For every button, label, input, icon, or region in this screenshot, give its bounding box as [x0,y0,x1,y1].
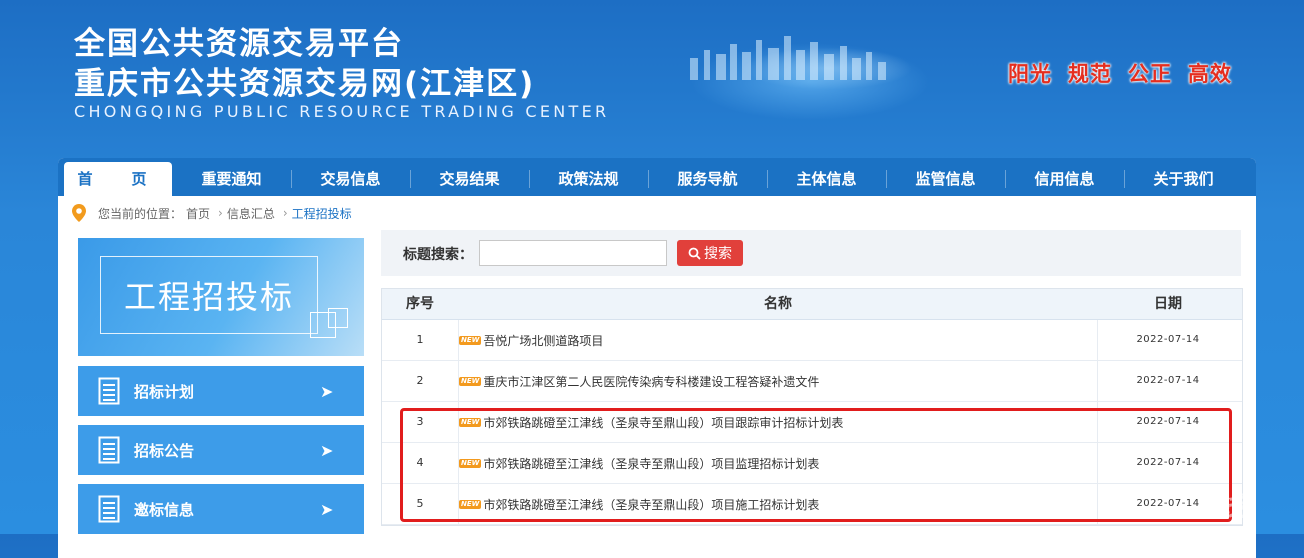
row-date: 2022-07-14 [1136,334,1200,345]
column-header-name: 名称 [764,296,792,312]
chevron-right-icon: › [282,206,288,220]
row-date: 2022-07-14 [1136,416,1200,427]
row-title-link[interactable]: 市郊铁路跳磴至江津线（圣泉寺至鼎山段）项目跟踪审计招标计划表 [483,414,843,431]
site-title-english: CHONGQING PUBLIC RESOURCE TRADING CENTER [74,102,610,121]
arrow-right-icon: ➤ [320,381,334,401]
document-icon [98,436,120,464]
nav-item-policies[interactable]: 政策法规 [529,158,648,196]
new-badge: NEW [459,335,482,345]
arrow-right-icon: ➤ [320,440,334,460]
nav-item-entities[interactable]: 主体信息 [767,158,886,196]
search-button[interactable]: 搜索 [677,240,743,266]
site-title-line1: 全国公共资源交易平台 [74,26,404,62]
watermark-text: 线 [1218,489,1247,522]
table-row: 3 NEW 市郊铁路跳磴至江津线（圣泉寺至鼎山段）项目跟踪审计招标计划表 202… [382,402,1242,443]
site-title-line2: 重庆市公共资源交易网(江津区) [74,66,536,102]
nav-item-notices[interactable]: 重要通知 [172,158,291,196]
new-badge: NEW [459,458,482,468]
table-header: 序号 名称 日期 [382,289,1242,320]
table-row: 1 NEW 吾悦广场北侧道路项目 2022-07-14 [382,320,1242,361]
breadcrumb-summary-link[interactable]: 信息汇总 [227,205,275,222]
main-panel: 首 页 重要通知 交易信息 交易结果 政策法规 服务导航 主体信息 监管信息 信… [58,158,1256,558]
row-title-link[interactable]: 重庆市江津区第二人民医院传染病专科楼建设工程答疑补遗文件 [483,373,819,390]
site-header: 全国公共资源交易平台 重庆市公共资源交易网(江津区) CHONGQING PUB… [0,0,1304,160]
sidebar-item-label: 邀标信息 [134,500,195,519]
slogan: 阳光 [1008,62,1052,86]
column-header-date: 日期 [1154,296,1182,312]
row-title-link[interactable]: 市郊铁路跳磴至江津线（圣泉寺至鼎山段）项目施工招标计划表 [483,496,819,513]
slogans: 阳光 规范 公正 高效 [1008,58,1232,88]
search-icon [688,247,701,260]
table-row: 5 NEW 市郊铁路跳磴至江津线（圣泉寺至鼎山段）项目施工招标计划表 2022-… [382,484,1242,525]
breadcrumb: 您当前的位置： 首页 › 信息汇总 › 工程招投标 [72,202,356,224]
search-bar: 标题搜索： 搜索 [381,230,1241,276]
location-pin-icon [72,204,86,222]
new-badge: NEW [459,376,482,386]
row-number: 4 [416,456,424,469]
search-label: 标题搜索： [403,247,473,263]
table-row: 2 NEW 重庆市江津区第二人民医院传染病专科楼建设工程答疑补遗文件 2022-… [382,361,1242,402]
sidebar-item-bid-plan[interactable]: 招标计划 ➤ [78,366,364,416]
section-banner-title: 工程招投标 [123,278,294,316]
sidebar-item-label: 招标计划 [134,382,195,401]
row-number: 2 [416,374,424,387]
nav-item-trade-results[interactable]: 交易结果 [410,158,529,196]
sidebar-item-label: 招标公告 [134,441,195,460]
nav-item-services[interactable]: 服务导航 [648,158,767,196]
decorative-square-icon [328,308,348,328]
nav-item-home[interactable]: 首 页 [64,162,172,196]
document-icon [98,377,120,405]
row-date: 2022-07-14 [1136,457,1200,468]
new-badge: NEW [459,499,482,509]
row-title-link[interactable]: 吾悦广场北侧道路项目 [483,332,603,349]
table-row: 4 NEW 市郊铁路跳磴至江津线（圣泉寺至鼎山段）项目监理招标计划表 2022-… [382,443,1242,484]
new-badge: NEW [459,417,482,427]
document-icon [98,495,120,523]
search-input[interactable] [479,240,667,266]
nav-item-about[interactable]: 关于我们 [1124,158,1243,196]
main-nav: 首 页 重要通知 交易信息 交易结果 政策法规 服务导航 主体信息 监管信息 信… [58,158,1256,196]
row-number: 3 [416,415,424,428]
section-banner: 工程招投标 [78,238,364,356]
row-title-link[interactable]: 市郊铁路跳磴至江津线（圣泉寺至鼎山段）项目监理招标计划表 [483,455,819,472]
slogan: 高效 [1188,62,1232,86]
nav-item-supervision[interactable]: 监管信息 [886,158,1005,196]
nav-item-trade-info[interactable]: 交易信息 [291,158,410,196]
breadcrumb-current[interactable]: 工程招投标 [292,205,352,222]
sidebar-item-bid-notice[interactable]: 招标公告 ➤ [78,425,364,475]
row-number: 5 [416,497,424,510]
slogan: 公正 [1128,62,1172,86]
sidebar-item-invitation[interactable]: 邀标信息 ➤ [78,484,364,534]
row-date: 2022-07-14 [1136,375,1200,386]
slogan: 规范 [1068,62,1112,86]
search-button-label: 搜索 [704,246,732,262]
row-number: 1 [416,333,424,346]
breadcrumb-prefix: 您当前的位置： [98,206,183,221]
arrow-right-icon: ➤ [320,499,334,519]
city-skyline-image [630,10,990,140]
column-header-no: 序号 [406,296,434,312]
breadcrumb-home-link[interactable]: 首页 [186,205,210,222]
nav-item-credit[interactable]: 信用信息 [1005,158,1124,196]
row-date: 2022-07-14 [1136,498,1200,509]
results-table: 序号 名称 日期 1 NEW 吾悦广场北侧道路项目 2022-07-14 2 N… [381,288,1243,526]
chevron-right-icon: › [218,206,223,220]
